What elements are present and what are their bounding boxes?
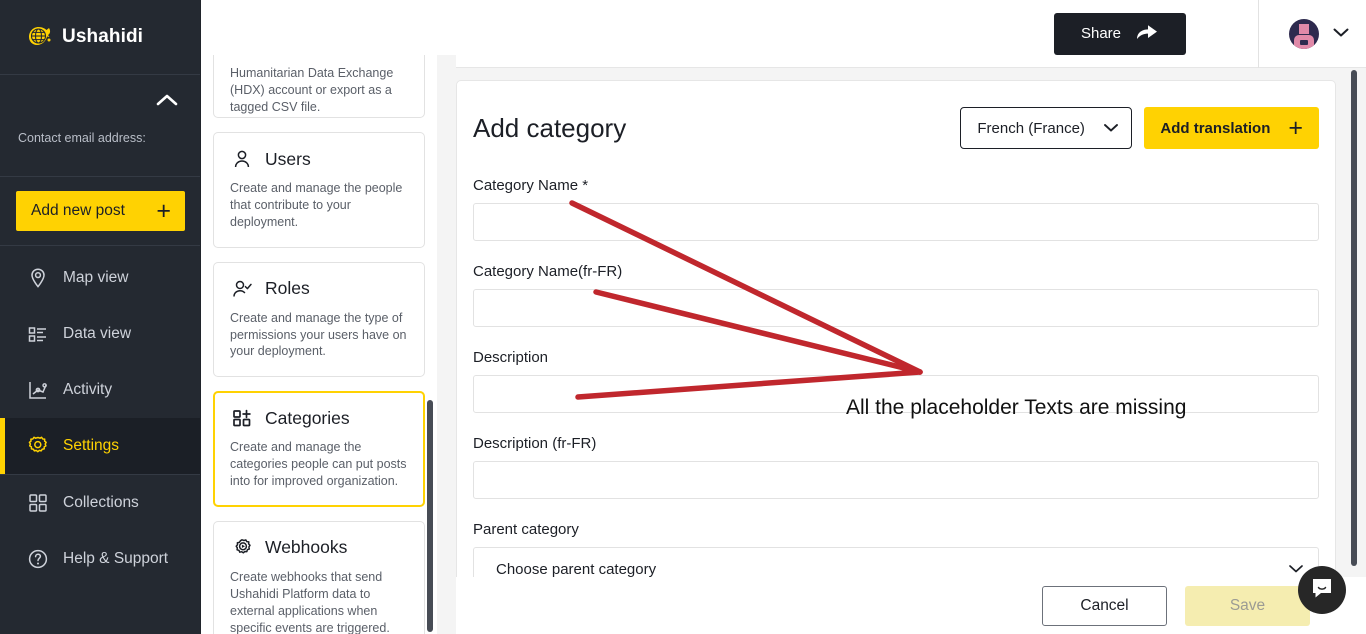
sidebar-item-help-support[interactable]: Help & Support — [0, 531, 200, 587]
settings-menu-scrollbar[interactable] — [427, 400, 433, 632]
grid-squares-icon — [26, 491, 50, 515]
webhook-gear-icon — [230, 536, 254, 560]
add-category-form-card: Add category French (France) Add transla… — [456, 80, 1336, 634]
chevron-down-icon — [1332, 25, 1350, 43]
main-content-area: Add category French (France) Add transla… — [456, 68, 1366, 634]
sidebar-item-label: Help & Support — [63, 550, 168, 568]
contact-email-label: Contact email address: — [18, 131, 146, 146]
settings-card-hdx[interactable]: Humanitarian Data Exchange (HDX) account… — [213, 55, 425, 118]
gear-icon — [26, 434, 50, 458]
settings-card-roles[interactable]: Roles Create and manage the type of perm… — [213, 262, 425, 378]
activity-graph-icon — [26, 378, 50, 402]
brand-header[interactable]: Ushahidi — [0, 0, 200, 75]
settings-card-desc: Create webhooks that send Ushahidi Platf… — [230, 569, 408, 634]
form-action-bar: Cancel Save — [456, 577, 1366, 634]
add-new-post-wrap: Add new post + — [0, 177, 200, 246]
sidebar-item-map-view[interactable]: Map view — [0, 250, 200, 306]
settings-card-title: Categories — [265, 408, 350, 429]
share-arrow-icon — [1135, 22, 1159, 46]
settings-card-head: Roles — [230, 277, 408, 301]
field-label: Category Name * — [473, 177, 1319, 194]
field-label: Parent category — [473, 521, 1319, 538]
sidebar-item-label: Collections — [63, 494, 139, 512]
sidebar-item-label: Map view — [63, 269, 128, 287]
description-input[interactable] — [473, 375, 1319, 413]
settings-card-head: Webhooks — [230, 536, 408, 560]
sidebar-item-data-view[interactable]: Data view — [0, 306, 200, 362]
ushahidi-globe-logo-icon — [27, 24, 53, 50]
save-button: Save — [1185, 586, 1310, 626]
settings-card-desc: Create and manage the type of permission… — [230, 310, 408, 361]
language-select-value: French (France) — [977, 120, 1085, 137]
column-divider — [437, 55, 456, 634]
settings-card-title: Roles — [265, 278, 310, 299]
settings-menu-column: Humanitarian Data Exchange (HDX) account… — [201, 55, 437, 634]
share-button[interactable]: Share — [1054, 13, 1186, 55]
user-check-icon — [230, 277, 254, 301]
field-description: Description — [473, 349, 1319, 413]
page-scrollbar[interactable] — [1351, 70, 1357, 566]
chat-bubble-smile-icon — [1309, 575, 1335, 606]
map-pin-icon — [26, 266, 50, 290]
settings-card-title: Users — [265, 149, 311, 170]
left-sidebar: Ushahidi Contact email address: Add new … — [0, 0, 201, 634]
list-view-icon — [26, 322, 50, 346]
add-new-post-label: Add new post — [31, 202, 125, 220]
parent-category-value: Choose parent category — [496, 561, 656, 578]
page-title: Add category — [473, 113, 626, 144]
category-name-fr-input[interactable] — [473, 289, 1319, 327]
field-label: Description (fr-FR) — [473, 435, 1319, 452]
language-select[interactable]: French (France) — [960, 107, 1132, 149]
share-button-label: Share — [1081, 25, 1121, 42]
sidebar-nav: Map view Data view — [0, 246, 200, 587]
settings-card-categories[interactable]: Categories Create and manage the categor… — [213, 391, 425, 507]
form-header-actions: French (France) Add translation + — [960, 107, 1319, 149]
settings-card-desc: Create and manage the people that contri… — [230, 180, 408, 231]
settings-card-desc: Create and manage the categories people … — [230, 439, 408, 490]
sidebar-item-activity[interactable]: Activity — [0, 362, 200, 418]
settings-card-head: Categories — [230, 406, 408, 430]
chevron-down-icon — [1103, 120, 1119, 137]
sidebar-collapse-row — [0, 75, 200, 131]
contact-email-row: Contact email address: — [0, 131, 200, 177]
sidebar-item-collections[interactable]: Collections — [0, 475, 200, 531]
category-name-input[interactable] — [473, 203, 1319, 241]
question-mark-icon — [26, 547, 50, 571]
chevron-up-icon[interactable] — [152, 89, 182, 111]
field-category-name-fr: Category Name(fr-FR) — [473, 263, 1319, 327]
settings-card-desc: Humanitarian Data Exchange (HDX) account… — [230, 55, 408, 116]
sidebar-item-settings[interactable]: Settings — [0, 418, 200, 474]
app-root: Ushahidi Contact email address: Add new … — [0, 0, 1366, 634]
settings-card-webhooks[interactable]: Webhooks Create webhooks that send Ushah… — [213, 521, 425, 634]
description-fr-input[interactable] — [473, 461, 1319, 499]
form-header: Add category French (France) Add transla… — [473, 107, 1319, 149]
plus-icon: + — [156, 199, 171, 224]
plus-icon: + — [1288, 116, 1303, 141]
add-translation-button[interactable]: Add translation + — [1144, 107, 1319, 149]
add-new-post-button[interactable]: Add new post + — [16, 191, 185, 231]
settings-card-title: Webhooks — [265, 537, 347, 558]
field-label: Category Name(fr-FR) — [473, 263, 1319, 280]
settings-card-head: Users — [230, 147, 408, 171]
field-category-name: Category Name * — [473, 177, 1319, 241]
field-label: Description — [473, 349, 1319, 366]
sidebar-item-label: Settings — [63, 437, 119, 455]
intercom-launcher-button[interactable] — [1298, 566, 1346, 614]
categories-grid-plus-icon — [230, 406, 254, 430]
user-menu[interactable] — [1258, 0, 1366, 68]
add-translation-label: Add translation — [1160, 120, 1270, 137]
settings-card-users[interactable]: Users Create and manage the people that … — [213, 132, 425, 248]
sidebar-item-label: Data view — [63, 325, 131, 343]
field-description-fr: Description (fr-FR) — [473, 435, 1319, 499]
user-avatar — [1289, 19, 1319, 49]
brand-name: Ushahidi — [62, 26, 143, 48]
cancel-button[interactable]: Cancel — [1042, 586, 1167, 626]
user-icon — [230, 147, 254, 171]
sidebar-item-label: Activity — [63, 381, 112, 399]
